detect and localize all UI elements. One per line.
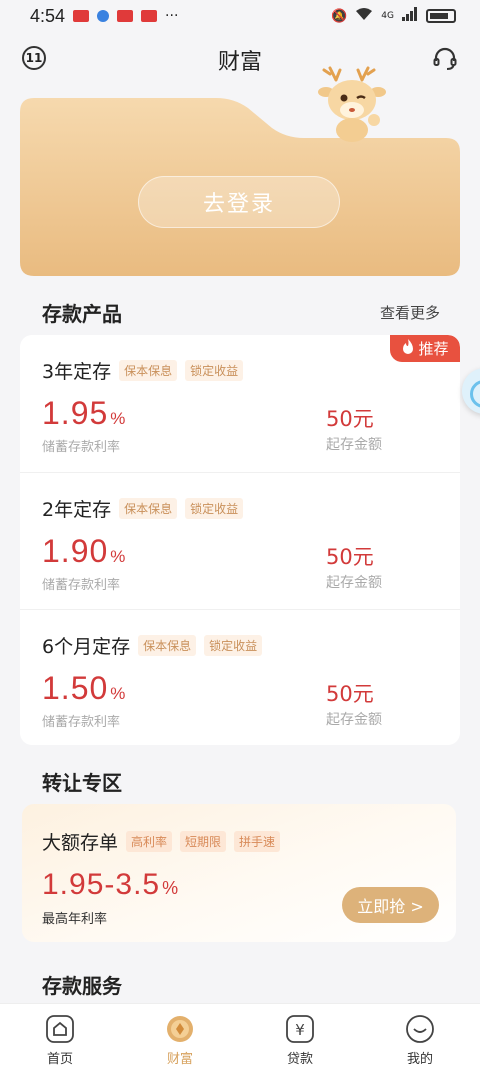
product-name: 3年定存: [42, 361, 112, 383]
mute-icon: 🔕: [331, 8, 348, 24]
deposit-section-title: 存款产品: [42, 302, 122, 326]
deer-mascot-icon: [316, 66, 388, 142]
status-left: 4:54 ···: [30, 6, 178, 27]
rate-unit: %: [110, 547, 127, 566]
transfer-product-name: 大额存单: [42, 832, 119, 854]
transfer-rate: 1.95-3.5%: [42, 868, 179, 902]
product-name-row: 6个月定存 保本保息 锁定收益: [42, 632, 263, 659]
product-tag: 锁定收益: [204, 635, 263, 656]
nav-item-wealth[interactable]: 财富: [120, 1004, 240, 1067]
signal-icon: [402, 7, 418, 25]
rate-value: 1.95-3.5: [42, 868, 161, 901]
nav-label: 我的: [406, 1052, 433, 1067]
rate-value: 1.50: [42, 670, 109, 706]
min-amount: 50元: [326, 407, 374, 431]
product-tag: 短期限: [180, 831, 227, 852]
product-tag: 锁定收益: [185, 360, 244, 381]
shop-notification-icon: [141, 10, 158, 22]
login-banner: 去登录: [20, 66, 460, 276]
transfer-section-title: 转让专区: [42, 771, 122, 795]
nav-label: 首页: [46, 1052, 73, 1067]
page-title: 财富: [217, 50, 262, 75]
status-right: 🔕 4G: [331, 7, 456, 25]
service-section-title: 存款服务: [42, 974, 122, 998]
news-notification-icon: [117, 10, 134, 22]
product-name-row: 2年定存 保本保息 锁定收益: [42, 495, 244, 522]
rate-value: 1.90: [42, 533, 109, 569]
wifi-icon: [355, 7, 373, 25]
floating-assistant-button[interactable]: [462, 368, 480, 414]
product-tag: 保本保息: [138, 635, 197, 656]
loan-yen-icon: ¥: [285, 1014, 315, 1044]
rate-label: 储蓄存款利率: [42, 578, 121, 593]
rate-unit: %: [110, 684, 127, 703]
network-label: 4G: [381, 11, 394, 21]
min-amount-label: 起存金额: [326, 437, 382, 453]
product-name-row: 3年定存 保本保息 锁定收益: [42, 357, 244, 384]
rate-unit: %: [110, 409, 127, 428]
bottom-nav: 首页 财富 ¥ 贷款 我的: [0, 1003, 480, 1067]
wealth-icon: [165, 1014, 195, 1044]
interest-rate: 1.90%: [42, 533, 126, 570]
home-icon: [45, 1014, 75, 1044]
rate-unit: %: [162, 878, 180, 898]
login-button[interactable]: 去登录: [138, 176, 340, 228]
product-tag: 拼手速: [234, 831, 281, 852]
nav-label: 贷款: [286, 1052, 313, 1067]
deposit-products-card: 推荐 3年定存 保本保息 锁定收益 1.95% 储蓄存款利率 50元 起存金额 …: [20, 335, 460, 745]
product-tag: 保本保息: [119, 360, 178, 381]
nav-label: 财富: [166, 1052, 193, 1067]
status-time: 4:54: [30, 5, 66, 26]
nav-item-home[interactable]: 首页: [0, 1004, 120, 1067]
product-tag: 保本保息: [119, 498, 178, 519]
nav-item-loan[interactable]: ¥ 贷款: [240, 1004, 360, 1067]
battery-icon: [426, 9, 456, 23]
rate-label: 储蓄存款利率: [42, 440, 121, 455]
product-tag: 高利率: [126, 831, 173, 852]
view-more-link[interactable]: 查看更多: [380, 302, 440, 323]
more-notifications-icon: ···: [165, 8, 179, 24]
large-deposit-card[interactable]: 大额存单 高利率 短期限 拼手速 1.95-3.5% 最高年利率 立即抢 >: [22, 804, 456, 942]
app-notification-icon: [73, 10, 90, 22]
wealth-mark-icon[interactable]: 11: [22, 46, 46, 70]
transfer-rate-label: 最高年利率: [42, 912, 108, 927]
headset-icon[interactable]: [432, 46, 458, 72]
product-item-3-year[interactable]: 3年定存 保本保息 锁定收益 1.95% 储蓄存款利率 50元 起存金额: [20, 335, 460, 472]
rate-value: 1.95: [42, 395, 109, 431]
product-item-2-year[interactable]: 2年定存 保本保息 锁定收益 1.90% 储蓄存款利率 50元 起存金额: [20, 472, 460, 609]
interest-rate: 1.95%: [42, 395, 126, 432]
nav-item-profile[interactable]: 我的: [360, 1004, 480, 1067]
product-name: 2年定存: [42, 499, 112, 521]
transfer-name-row: 大额存单 高利率 短期限 拼手速: [42, 828, 281, 855]
page-header: 11 财富: [0, 40, 480, 80]
min-amount: 50元: [326, 682, 374, 706]
status-bar: 4:54 ··· 🔕 4G: [0, 0, 480, 32]
product-item-6-month[interactable]: 6个月定存 保本保息 锁定收益 1.50% 储蓄存款利率 50元 起存金额: [20, 609, 460, 745]
profile-icon: [405, 1014, 435, 1044]
min-amount-label: 起存金额: [326, 575, 382, 591]
product-name: 6个月定存: [42, 636, 131, 658]
grab-now-button[interactable]: 立即抢 >: [342, 887, 439, 923]
interest-rate: 1.50%: [42, 670, 126, 707]
min-amount: 50元: [326, 545, 374, 569]
min-amount-label: 起存金额: [326, 712, 382, 728]
svg-text:¥: ¥: [295, 1021, 305, 1039]
rate-label: 储蓄存款利率: [42, 715, 121, 730]
product-tag: 锁定收益: [185, 498, 244, 519]
browser-notification-icon: [97, 10, 110, 22]
